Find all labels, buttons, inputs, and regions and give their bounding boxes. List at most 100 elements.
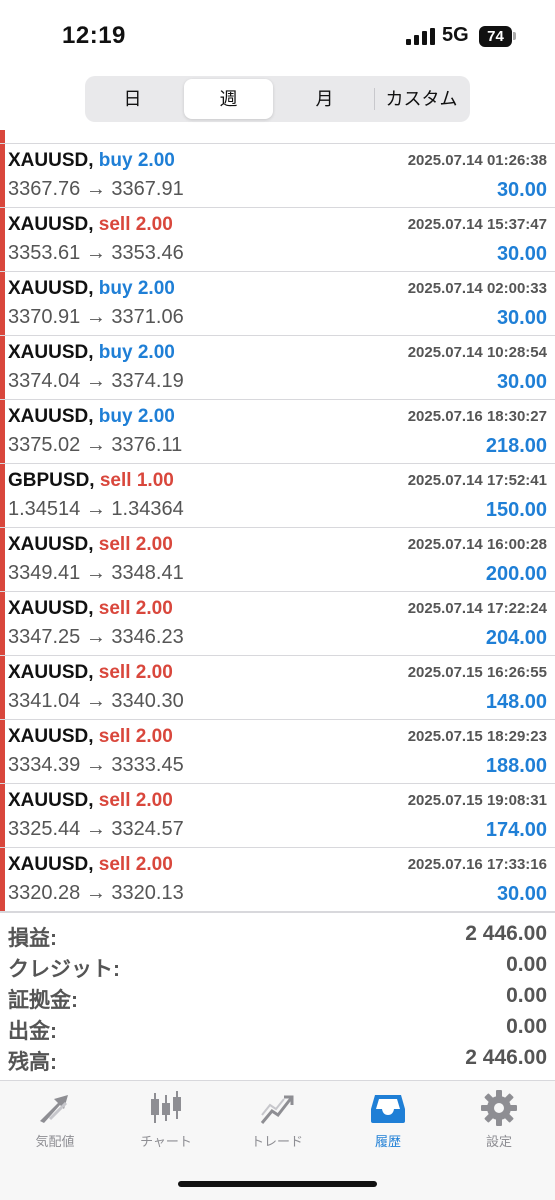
- trade-symbol: XAUUSD,: [8, 534, 94, 555]
- status-bar: 12:19 5G 74: [0, 0, 555, 70]
- trade-row[interactable]: XAUUSD, buy 2.00 3375.02 → 3376.11 2025.07…: [0, 400, 555, 464]
- trade-side: sell 2.00: [99, 214, 173, 235]
- trade-volume: 2.00: [137, 278, 175, 299]
- segment-divider: [374, 88, 375, 110]
- trade-side-type: buy: [98, 150, 133, 171]
- trade-side: sell 2.00: [99, 534, 173, 555]
- open-price: 3320.28: [8, 882, 81, 904]
- trade-title: GBPUSD, sell 1.00: [8, 470, 174, 492]
- candlestick-chart-icon: [151, 1091, 181, 1123]
- trade-symbol: XAUUSD,: [8, 726, 94, 747]
- trade-row[interactable]: XAUUSD, buy 2.00 3370.91 → 3371.06 2025.07…: [0, 272, 555, 336]
- trade-volume: 2.00: [137, 150, 175, 171]
- trade-side-bar: [0, 720, 5, 783]
- trade-volume: 2.00: [135, 214, 173, 235]
- summary-row-withdrawal: 出金: 0.00: [0, 1012, 555, 1043]
- trade-row[interactable]: XAUUSD, sell 2.00 3325.44 → 3324.57 2025.0…: [0, 784, 555, 848]
- trade-datetime: 2025.07.14 02:00:33: [407, 280, 547, 297]
- trade-title: XAUUSD, sell 2.00: [8, 726, 173, 748]
- gear-icon: [481, 1090, 517, 1126]
- tab-history[interactable]: 履歴: [333, 1089, 443, 1149]
- trade-row[interactable]: XAUUSD, sell 2.00 3349.41 → 3348.41 2025.0…: [0, 528, 555, 592]
- trade-profit: 30.00: [496, 307, 547, 329]
- open-price: 3325.44: [8, 818, 81, 840]
- open-price: 3341.04: [8, 690, 81, 712]
- period-tab-custom[interactable]: カスタム: [376, 79, 467, 119]
- summary-value: 0.00: [506, 1015, 547, 1038]
- period-tab-day[interactable]: 日: [88, 79, 177, 119]
- trade-volume: 2.00: [135, 598, 173, 619]
- trade-side: sell 2.00: [99, 598, 173, 619]
- summary-row-margin: 証拠金: 0.00: [0, 981, 555, 1012]
- trade-prices: 3341.04 → 3340.30: [8, 690, 184, 713]
- trade-row[interactable]: XAUUSD, sell 2.00 3320.28 → 3320.13 2025.0…: [0, 848, 555, 912]
- trade-row[interactable]: XAUUSD, buy 2.00 3374.04 → 3374.19 2025.07…: [0, 336, 555, 400]
- trade-symbol: XAUUSD,: [8, 150, 94, 171]
- tab-chart[interactable]: チャート: [111, 1089, 221, 1149]
- trade-prices: 1.34514 → 1.34364: [8, 498, 184, 521]
- trade-volume: 1.00: [136, 470, 174, 491]
- trade-volume: 2.00: [135, 854, 173, 875]
- trade-row[interactable]: XAUUSD, sell 2.00 3353.61 → 3353.46 2025.0…: [0, 208, 555, 272]
- trade-volume: 2.00: [135, 534, 173, 555]
- close-price: 3348.41: [111, 562, 184, 584]
- trade-row[interactable]: XAUUSD, sell 2.00 3347.25 → 3346.23 2025.0…: [0, 592, 555, 656]
- trade-symbol: XAUUSD,: [8, 406, 94, 427]
- trade-prices: 3370.91 → 3371.06: [8, 306, 184, 329]
- trade-side: buy 2.00: [99, 406, 175, 427]
- close-price: 3374.19: [111, 370, 184, 392]
- trade-symbol: GBPUSD,: [8, 470, 95, 491]
- arrow-right-icon: →: [85, 562, 106, 584]
- trade-side: buy 2.00: [99, 278, 175, 299]
- trade-side-bar: [0, 464, 5, 527]
- trade-profit: 30.00: [496, 179, 547, 201]
- trade-title: XAUUSD, buy 2.00: [8, 278, 175, 300]
- trade-side-type: buy: [98, 342, 133, 363]
- trade-profit: 30.00: [496, 371, 547, 393]
- trade-title: XAUUSD, sell 2.00: [8, 662, 173, 684]
- trade-title: XAUUSD, buy 2.00: [8, 150, 175, 172]
- trade-datetime: 2025.07.14 16:00:28: [407, 536, 547, 553]
- trade-profit: 174.00: [485, 819, 547, 841]
- close-price: 1.34364: [111, 498, 184, 520]
- trade-prices: 3349.41 → 3348.41: [8, 562, 184, 585]
- period-tab-month[interactable]: 月: [280, 79, 369, 119]
- tab-trade[interactable]: トレード: [222, 1089, 332, 1149]
- trade-symbol: XAUUSD,: [8, 790, 94, 811]
- trade-profit: 188.00: [485, 755, 547, 777]
- trade-side-type: sell: [98, 662, 131, 683]
- trade-prices: 3367.76 → 3367.91: [8, 178, 184, 201]
- status-time: 12:19: [62, 22, 126, 49]
- tab-settings[interactable]: 設定: [444, 1089, 554, 1149]
- trade-datetime: 2025.07.16 17:33:16: [407, 856, 547, 873]
- trade-row[interactable]: XAUUSD, buy 2.00 3367.76 → 3367.91 2025.07…: [0, 144, 555, 208]
- trade-row[interactable]: XAUUSD, sell 2.00 3341.04 → 3340.30 2025.0…: [0, 656, 555, 720]
- open-price: 3349.41: [8, 562, 81, 584]
- trade-side: sell 2.00: [99, 854, 173, 875]
- trade-profit: 30.00: [496, 883, 547, 905]
- trade-title: XAUUSD, sell 2.00: [8, 534, 173, 556]
- trade-row[interactable]: XAUUSD, sell 2.00 3334.39 → 3333.45 2025.0…: [0, 720, 555, 784]
- tab-label: トレード: [250, 1134, 303, 1149]
- trade-side-type: sell: [98, 534, 131, 555]
- trade-prices: 3347.25 → 3346.23: [8, 626, 184, 649]
- trade-side-type: sell: [98, 598, 131, 619]
- trade-symbol: XAUUSD,: [8, 598, 94, 619]
- trade-row[interactable]: GBPUSD, sell 1.00 1.34514 → 1.34364 2025.0…: [0, 464, 555, 528]
- open-price: 3367.76: [8, 178, 81, 200]
- summary-label: 出金:: [8, 1020, 57, 1043]
- tab-quotes[interactable]: 気配値: [0, 1089, 110, 1149]
- trade-datetime: 2025.07.15 18:29:23: [407, 728, 547, 745]
- close-price: 3371.06: [111, 306, 184, 328]
- summary-label: 損益:: [8, 927, 57, 950]
- trade-history-list[interactable]: XAUUSD, buy 2.00 3367.76 → 3367.91 2025.07…: [0, 112, 555, 912]
- account-summary: 損益: 2 446.00 クレジット: 0.00 証拠金: 0.00 出金: 0…: [0, 912, 555, 1080]
- trade-prices: 3325.44 → 3324.57: [8, 818, 184, 841]
- trade-side: buy 2.00: [99, 342, 175, 363]
- trade-side: sell 2.00: [99, 662, 173, 683]
- trade-side: sell 2.00: [99, 790, 173, 811]
- history-inbox-icon: [371, 1095, 405, 1123]
- trade-side-type: sell: [98, 790, 131, 811]
- trade-volume: 2.00: [137, 406, 175, 427]
- period-tab-week[interactable]: 週: [184, 79, 273, 119]
